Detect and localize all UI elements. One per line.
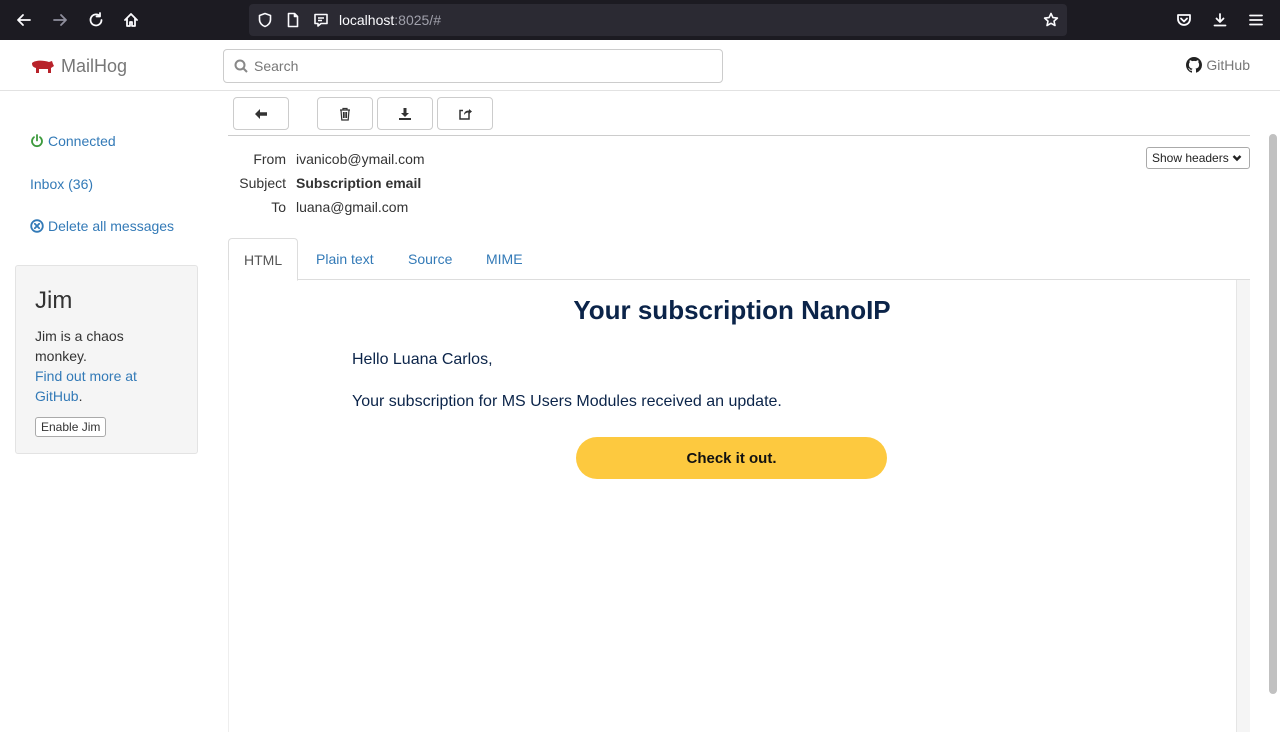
github-icon <box>1186 57 1203 73</box>
trash-icon <box>340 107 350 121</box>
jim-link-suffix: . <box>78 388 83 404</box>
enable-jim-button[interactable]: Enable Jim <box>35 417 107 437</box>
back-button[interactable] <box>233 97 289 130</box>
navbar: MailHog GitHub <box>0 40 1280 91</box>
from-label: From <box>253 151 286 167</box>
url-text[interactable]: localhost:8025/# <box>339 12 441 28</box>
email-title: Your subscription NanoIP <box>0 295 1236 326</box>
delete-all-messages-link[interactable]: Delete all messages <box>30 218 174 234</box>
share-icon <box>459 108 472 120</box>
jim-description: Jim is a chaos monkey. Find out more at … <box>35 326 178 406</box>
chevron-down-icon <box>1232 155 1242 162</box>
menu-icon[interactable] <box>1244 8 1268 32</box>
tab-html[interactable]: HTML <box>228 238 299 281</box>
reload-icon[interactable] <box>84 8 108 32</box>
email-text: Your subscription for MS Users Modules r… <box>352 393 782 410</box>
show-headers-select[interactable]: Show headers <box>1146 147 1250 169</box>
jim-panel: Jim Jim is a chaos monkey. Find out more… <box>15 265 198 454</box>
github-link[interactable]: GitHub <box>1186 57 1250 73</box>
view-tabs: HTML Plain text Source MIME <box>228 238 1250 281</box>
pocket-icon[interactable] <box>1172 8 1196 32</box>
inbox-label: Inbox (36) <box>30 176 94 192</box>
brand[interactable]: MailHog <box>31 56 127 77</box>
arrow-left-icon <box>255 108 267 119</box>
power-icon <box>31 134 43 148</box>
brand-name: MailHog <box>61 56 128 76</box>
email-preview-frame <box>228 280 1250 732</box>
delete-all-label: Delete all messages <box>48 218 175 234</box>
url-host: localhost <box>339 12 395 28</box>
toolbar-divider <box>228 135 1250 136</box>
bookmark-star-icon[interactable] <box>1043 12 1059 28</box>
page-scrollbar-thumb[interactable] <box>1269 134 1277 694</box>
jim-github-link[interactable]: Find out more at GitHub <box>35 368 137 404</box>
delete-button[interactable] <box>317 97 373 130</box>
search-input[interactable] <box>254 56 714 76</box>
page-icon[interactable] <box>285 12 301 28</box>
preview-scrollbar[interactable] <box>1236 280 1250 732</box>
downloads-icon[interactable] <box>1208 8 1232 32</box>
back-arrow-icon[interactable] <box>12 8 36 32</box>
url-path: :8025/# <box>394 12 441 28</box>
home-icon[interactable] <box>119 8 143 32</box>
subject-value: Subscription email <box>296 175 422 191</box>
download-icon <box>399 107 411 120</box>
jim-description-text: Jim is a chaos monkey. <box>35 328 124 364</box>
hog-logo-icon <box>32 60 54 73</box>
search-icon <box>234 59 248 73</box>
email-title-text: Your subscription NanoIP <box>573 295 891 325</box>
email-greeting: Hello Luana Carlos, <box>352 351 493 368</box>
sidebar-item-inbox[interactable]: Inbox (36) <box>30 176 93 192</box>
connection-status[interactable]: Connected <box>30 133 116 149</box>
subject-label: Subject <box>239 175 286 191</box>
shield-icon[interactable] <box>257 12 273 28</box>
from-value: ivanicob@ymail.com <box>296 151 425 167</box>
search-box[interactable] <box>223 49 723 83</box>
tab-source[interactable]: Source <box>393 238 467 280</box>
to-value: luana@gmail.com <box>296 199 409 215</box>
check-it-out-button[interactable]: Check it out. <box>576 437 887 479</box>
permissions-icon[interactable] <box>313 12 329 28</box>
mailhog-app: MailHog GitHub Connected Inbox (36) Dele… <box>0 40 1280 732</box>
download-button[interactable] <box>377 97 433 130</box>
url-bar[interactable]: localhost:8025/# <box>249 4 1067 36</box>
show-headers-label: Show headers <box>1152 151 1229 165</box>
page-scrollbar[interactable] <box>1266 132 1280 732</box>
remove-circle-icon <box>30 219 44 233</box>
tab-mime[interactable]: MIME <box>471 238 538 280</box>
forward-arrow-icon[interactable] <box>48 8 72 32</box>
tab-plain-text[interactable]: Plain text <box>301 238 389 280</box>
browser-toolbar: localhost:8025/# <box>0 0 1280 40</box>
connected-label: Connected <box>48 133 116 149</box>
github-label: GitHub <box>1206 57 1250 73</box>
to-label: To <box>271 199 286 215</box>
release-button[interactable] <box>437 97 493 130</box>
